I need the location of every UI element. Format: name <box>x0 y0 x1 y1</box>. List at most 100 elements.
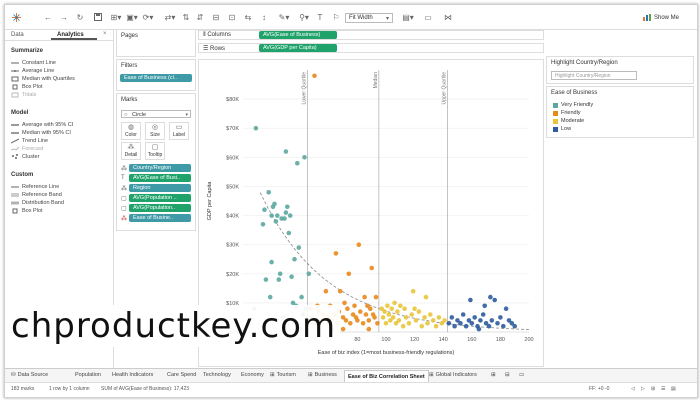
tab-health-indicators[interactable]: Health Indicators <box>112 372 153 378</box>
marks-field-row[interactable]: ⁂ Country/Region <box>121 164 191 172</box>
redo-icon[interactable]: ▷ <box>641 386 645 392</box>
data-point[interactable] <box>295 160 300 166</box>
data-point[interactable] <box>348 321 353 326</box>
marks-pill-ease-of-business[interactable]: Ease of Busine.. <box>129 214 191 222</box>
fit-width-select[interactable]: Fit Width ▾ <box>345 13 393 23</box>
data-point[interactable] <box>416 309 422 314</box>
data-point[interactable] <box>333 251 339 256</box>
analytics-item-reference-band[interactable]: Reference Band <box>11 192 62 198</box>
data-point[interactable] <box>495 321 500 326</box>
tab-tourism[interactable]: ⊞ Tourism <box>270 372 296 378</box>
color-button[interactable]: ◍ Color <box>121 122 141 140</box>
data-point[interactable] <box>342 300 347 306</box>
data-point[interactable] <box>343 318 349 323</box>
marks-field-row[interactable]: ▢ AVG(Population.. <box>121 204 191 212</box>
show-me-button[interactable]: Show Me <box>642 14 679 21</box>
data-point[interactable] <box>289 274 294 279</box>
sort-icon[interactable]: ↕ <box>259 11 269 23</box>
data-point[interactable] <box>306 271 312 277</box>
tab-analytics[interactable]: Analytics <box>51 30 97 40</box>
tab-technology[interactable]: Technology <box>203 372 231 378</box>
marks-field-row[interactable]: ⁂ Region <box>121 184 191 192</box>
data-point[interactable] <box>419 323 425 329</box>
legend-item[interactable]: Friendly <box>553 110 581 116</box>
data-point[interactable] <box>478 318 483 323</box>
data-point[interactable] <box>398 303 403 309</box>
data-point[interactable] <box>273 219 279 224</box>
data-point[interactable] <box>283 210 289 215</box>
data-point[interactable] <box>345 306 350 311</box>
clear-sheet-icon[interactable]: ⊟ <box>211 11 221 23</box>
data-point[interactable] <box>276 277 282 282</box>
data-point[interactable] <box>386 312 392 317</box>
data-point[interactable] <box>402 306 407 311</box>
tooltip-button[interactable]: ▢ Tooltip <box>145 142 165 160</box>
analytics-item-box-plot[interactable]: Box Plot <box>11 84 42 90</box>
data-point[interactable] <box>433 323 439 329</box>
refresh-icon[interactable]: ⟳▾ <box>141 11 155 23</box>
data-point[interactable] <box>283 149 289 154</box>
filmstrip-view-icon[interactable]: ▤ <box>671 386 676 392</box>
data-point[interactable] <box>346 271 352 277</box>
data-point[interactable] <box>503 306 509 311</box>
data-point[interactable] <box>380 315 386 320</box>
data-point[interactable] <box>275 213 280 218</box>
data-point[interactable] <box>312 73 317 79</box>
data-point[interactable] <box>476 326 482 332</box>
swap-rows-columns-icon[interactable]: ⇆ <box>243 11 253 23</box>
data-point[interactable] <box>360 321 366 326</box>
rows-pill[interactable]: AVG(GDP per Capita) <box>259 44 337 52</box>
sort-descending-icon[interactable]: ⇵ <box>195 11 205 23</box>
data-point[interactable] <box>369 265 374 271</box>
data-point[interactable] <box>449 315 455 320</box>
tableau-logo-icon[interactable] <box>11 11 21 23</box>
data-point[interactable] <box>458 321 463 326</box>
data-point[interactable] <box>430 318 436 323</box>
data-point[interactable] <box>413 318 419 323</box>
data-point[interactable] <box>442 318 447 323</box>
data-point[interactable] <box>390 315 396 320</box>
data-point[interactable] <box>352 303 357 309</box>
data-point[interactable] <box>409 312 414 317</box>
data-point[interactable] <box>260 222 266 227</box>
filters-card[interactable]: Filters Ease of Business (cl.. <box>116 59 196 91</box>
size-button[interactable]: ◎ Size <box>145 122 165 140</box>
rows-shelf[interactable]: ☰ Rows AVG(GDP per Capita) <box>198 43 544 53</box>
data-point[interactable] <box>501 323 506 329</box>
data-point[interactable] <box>368 306 373 311</box>
data-point[interactable] <box>323 288 329 294</box>
legend-item[interactable]: Very Friendly <box>553 102 593 108</box>
data-point[interactable] <box>452 323 457 329</box>
data-point[interactable] <box>512 323 517 329</box>
highlight-input[interactable]: Highlight Country/Region <box>551 71 637 80</box>
data-point[interactable] <box>389 306 394 311</box>
new-sheet-icon[interactable]: ▣▾ <box>125 11 139 23</box>
analytics-item-trend-line[interactable]: Trend Line <box>10 138 48 144</box>
text-label-icon[interactable]: T <box>315 11 325 23</box>
data-point[interactable] <box>410 288 416 294</box>
tab-data-source[interactable]: ⛁ Data Source <box>11 372 48 378</box>
analytics-item-median-quartiles[interactable]: Median with Quartiles <box>11 76 75 82</box>
data-point[interactable] <box>463 323 469 329</box>
pages-card[interactable]: Pages <box>116 29 196 57</box>
data-point[interactable] <box>482 303 488 309</box>
data-point[interactable] <box>358 309 363 314</box>
group-icon[interactable]: ⊡ <box>227 11 237 23</box>
marks-pill-avg-population-1[interactable]: AVG(Population .. <box>129 194 191 202</box>
marks-pill-avg-population-2[interactable]: AVG(Population.. <box>129 204 191 212</box>
data-point[interactable] <box>263 277 269 282</box>
tab-care-spend[interactable]: Care Spend <box>167 372 196 378</box>
data-point[interactable] <box>363 312 369 317</box>
marks-pill-country-region[interactable]: Country/Region <box>129 164 191 172</box>
data-point[interactable] <box>302 155 307 160</box>
analytics-item-distribution-band[interactable]: Distribution Band <box>11 200 64 206</box>
analytics-item-reference-line[interactable]: Reference Line <box>11 184 59 190</box>
marks-field-row[interactable]: ▢ AVG(Population .. <box>121 194 191 202</box>
share-icon[interactable]: ⋈ <box>443 11 453 23</box>
tab-global-indicators[interactable]: ⊞ Global Indicators <box>429 372 477 378</box>
data-point[interactable] <box>392 300 397 306</box>
new-worksheet-icon[interactable]: ⊞ <box>491 372 496 378</box>
data-point[interactable] <box>366 326 372 332</box>
forward-arrow-icon[interactable]: → <box>59 11 69 23</box>
analytics-item-average-line[interactable]: Average Line <box>11 68 54 74</box>
